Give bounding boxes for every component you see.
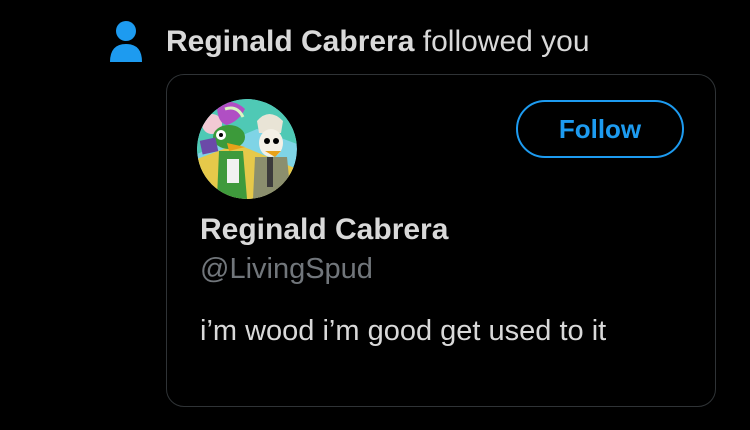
follow-notification-header: Reginald Cabrera followed you xyxy=(108,14,590,70)
user-handle[interactable]: @LivingSpud xyxy=(200,253,373,286)
notification-action-text: followed you xyxy=(414,25,590,58)
notification-user-name[interactable]: Reginald Cabrera xyxy=(166,25,414,58)
display-name[interactable]: Reginald Cabrera xyxy=(200,213,448,247)
profile-card[interactable]: Follow Reginald Cabrera @LivingSpud i’m … xyxy=(166,74,716,407)
person-icon xyxy=(110,21,142,62)
notification-text: Reginald Cabrera followed you xyxy=(166,25,590,59)
avatar[interactable] xyxy=(197,99,297,199)
follow-button[interactable]: Follow xyxy=(516,100,684,158)
profile-bio: i’m wood i’m good get used to it xyxy=(200,315,607,347)
